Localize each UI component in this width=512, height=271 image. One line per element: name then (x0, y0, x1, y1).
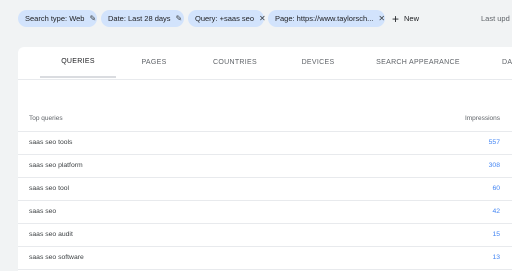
tab-pages[interactable]: PAGES (126, 47, 182, 78)
tab-devices[interactable]: DEVICES (284, 47, 352, 78)
filter-chip-search-type[interactable]: Search type: Web ✎ (18, 10, 97, 27)
impressions-cell: 557 (488, 139, 500, 146)
table-row[interactable]: saas seo 42 (18, 200, 512, 224)
table-row[interactable]: saas seo software 13 (18, 246, 512, 270)
last-update-text: Last upd (481, 14, 510, 23)
new-filter-label: New (404, 14, 420, 23)
filter-chip-query[interactable]: Query: +saas seo ✕ (188, 10, 266, 27)
chip-label: Search type: Web (25, 14, 85, 23)
filter-bar: Search type: Web ✎ Date: Last 28 days ✎ … (0, 0, 512, 38)
column-impressions[interactable]: Impressions (465, 105, 500, 131)
query-cell: saas seo tool (29, 185, 70, 192)
tab-dates[interactable]: DA (502, 47, 512, 78)
close-icon[interactable]: ✕ (259, 14, 266, 23)
new-filter-button[interactable]: + New (392, 10, 419, 27)
pencil-icon[interactable]: ✎ (176, 14, 183, 23)
query-cell: saas seo tools (29, 139, 73, 146)
chip-label: Page: https://www.taylorsch... (275, 14, 374, 23)
chip-label: Query: +saas seo (195, 14, 254, 23)
impressions-cell: 60 (492, 185, 500, 192)
query-cell: saas seo audit (29, 231, 73, 238)
tab-search-appearance[interactable]: SEARCH APPEARANCE (368, 47, 468, 78)
chip-label: Date: Last 28 days (108, 14, 171, 23)
tab-countries[interactable]: COUNTRIES (198, 47, 272, 78)
impressions-cell: 42 (492, 208, 500, 215)
table-row[interactable]: saas seo tool 60 (18, 177, 512, 201)
table-row[interactable]: saas seo tools 557 (18, 131, 512, 155)
plus-icon: + (392, 11, 400, 26)
query-cell: saas seo (29, 208, 57, 215)
pencil-icon[interactable]: ✎ (89, 14, 96, 23)
table-header: Top queries Impressions (18, 105, 512, 132)
query-cell: saas seo platform (29, 162, 83, 169)
close-icon[interactable]: ✕ (378, 14, 385, 23)
table-row[interactable]: saas seo audit 15 (18, 223, 512, 247)
column-top-queries[interactable]: Top queries (29, 105, 63, 131)
filter-chip-page[interactable]: Page: https://www.taylorsch... ✕ (268, 10, 385, 27)
impressions-cell: 308 (488, 162, 500, 169)
dimension-tabs: QUERIES PAGES COUNTRIES DEVICES SEARCH A… (18, 47, 512, 80)
report-card: QUERIES PAGES COUNTRIES DEVICES SEARCH A… (18, 47, 512, 271)
impressions-cell: 15 (492, 231, 500, 238)
filter-chip-date[interactable]: Date: Last 28 days ✎ (101, 10, 184, 27)
table-row[interactable]: saas seo platform 308 (18, 154, 512, 178)
impressions-cell: 13 (492, 254, 500, 261)
tab-queries[interactable]: QUERIES (40, 47, 116, 78)
query-cell: saas seo software (29, 254, 84, 261)
